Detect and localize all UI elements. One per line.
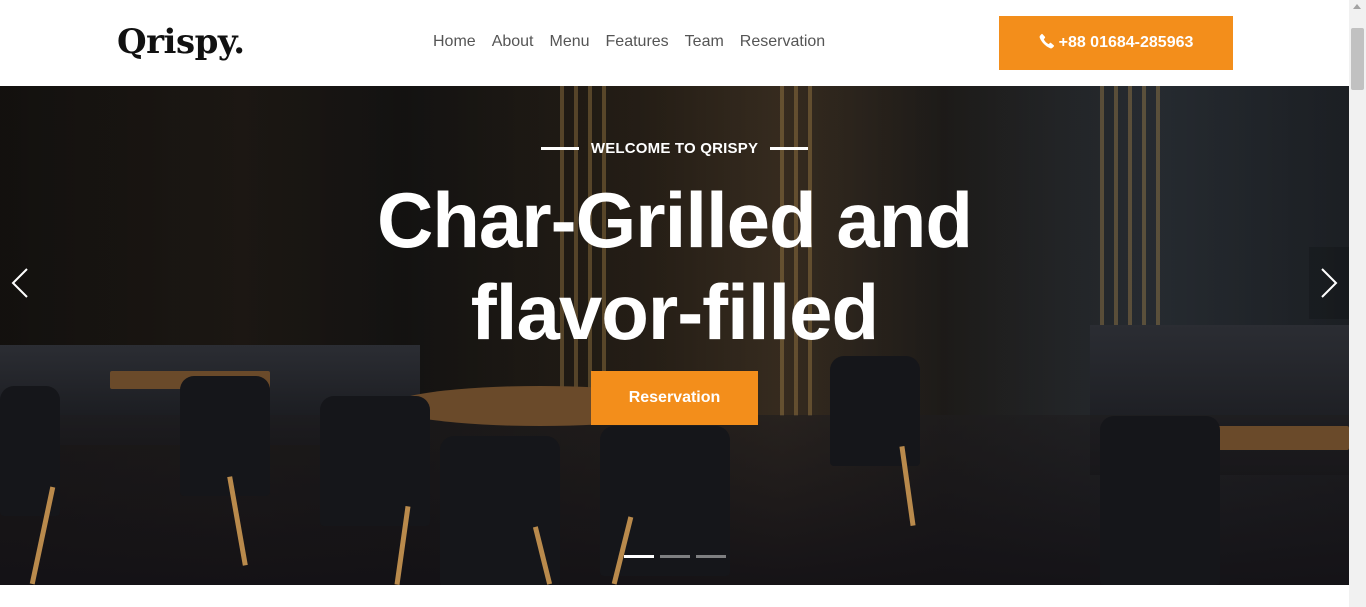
navbar: Qrispy. Home About Menu Features Team Re… [0,0,1349,86]
slide-indicator-2[interactable] [660,555,690,558]
slide-indicator-3[interactable] [696,555,726,558]
nav-link-features[interactable]: Features [598,30,677,54]
page-scrollbar[interactable] [1349,0,1366,607]
phone-icon [1039,33,1055,54]
scroll-up-arrow-icon[interactable] [1353,4,1361,9]
eyebrow-line-right [770,147,809,150]
chevron-left-icon [11,268,28,298]
eyebrow-line-left [540,147,579,150]
nav-link-home[interactable]: Home [425,30,484,54]
hero-eyebrow-text: WELCOME TO QRISPY [590,140,759,157]
scrollbar-thumb[interactable] [1351,28,1364,90]
nav-link-menu[interactable]: Menu [542,30,598,54]
hero-title-line-1: Char-Grilled and [376,176,973,264]
phone-number: +88 01684-285963 [1058,34,1194,51]
hero-title: Char-Grilled and flavor-filled [300,174,1049,358]
phone-call-button[interactable]: +88 01684-285963 [999,16,1233,70]
slider-next-button[interactable] [1309,247,1349,319]
chevron-right-icon [1321,268,1338,298]
reservation-button[interactable]: Reservation [591,371,758,425]
slider-indicators [624,555,726,558]
nav-link-reservation[interactable]: Reservation [732,30,833,54]
slider-prev-button[interactable] [0,247,40,319]
main-nav: Home About Menu Features Team Reservatio… [425,30,833,54]
nav-link-about[interactable]: About [484,30,542,54]
hero-slider: WELCOME TO QRISPY Char-Grilled and flavo… [0,86,1349,585]
hero-eyebrow: WELCOME TO QRISPY [0,140,1349,157]
hero-title-line-2: flavor-filled [470,268,879,356]
slide-indicator-1[interactable] [624,555,654,558]
nav-link-team[interactable]: Team [677,30,732,54]
site-logo[interactable]: Qrispy. [117,20,245,64]
